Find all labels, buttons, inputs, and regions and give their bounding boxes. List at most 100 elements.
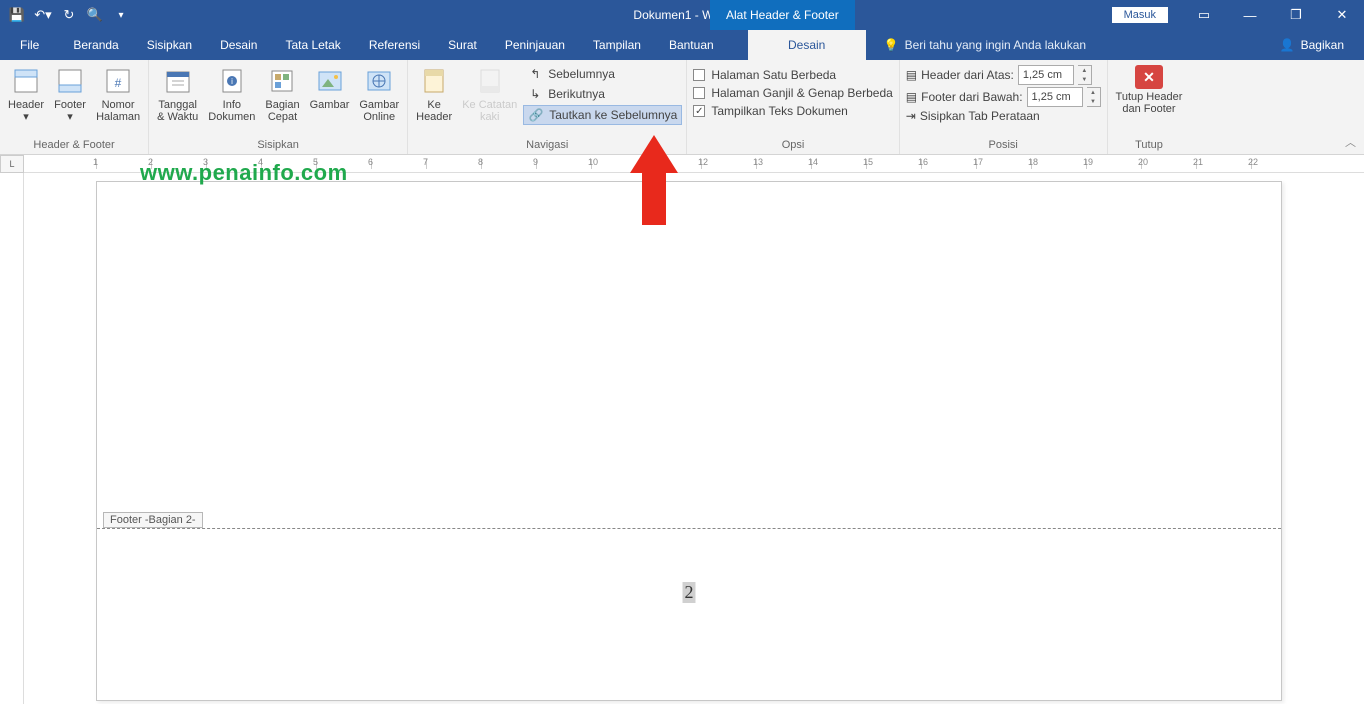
svg-text:i: i bbox=[231, 77, 233, 86]
tell-me-text: Beri tahu yang ingin Anda lakukan bbox=[905, 38, 1086, 52]
tab-surat[interactable]: Surat bbox=[434, 30, 491, 60]
header-from-top-input[interactable]: 1,25 cm bbox=[1018, 65, 1074, 85]
quick-parts-icon bbox=[266, 65, 298, 97]
online-picture-icon bbox=[363, 65, 395, 97]
close-header-footer-button[interactable]: ✕ Tutup Header dan Footer bbox=[1112, 63, 1187, 117]
contextual-tab-title: Alat Header & Footer bbox=[710, 0, 855, 30]
link-to-previous-button[interactable]: 🔗 Tautkan ke Sebelumnya bbox=[523, 105, 682, 125]
lightbulb-icon: 💡 bbox=[884, 38, 899, 52]
group-label-opsi: Opsi bbox=[691, 137, 894, 154]
insert-alignment-tab-label: Sisipkan Tab Perataan bbox=[920, 109, 1040, 123]
save-icon[interactable]: 💾 bbox=[6, 4, 28, 26]
goto-header-button[interactable]: Ke Header bbox=[412, 63, 456, 125]
close-x-icon: ✕ bbox=[1135, 65, 1163, 89]
next-button[interactable]: ↳ Berikutnya bbox=[523, 85, 682, 103]
goto-header-label: Ke Header bbox=[416, 99, 452, 123]
online-picture-label: Gambar Online bbox=[359, 99, 399, 123]
quick-parts-button[interactable]: Bagian Cepat bbox=[261, 63, 303, 125]
group-navigasi: Ke Header Ke Catatan kaki ↰ Sebelumnya ↳… bbox=[408, 60, 687, 154]
header-spinner[interactable]: ▲▼ bbox=[1078, 65, 1092, 85]
footer-spinner[interactable]: ▲▼ bbox=[1087, 87, 1101, 107]
goto-footer-label: Ke Catatan kaki bbox=[462, 99, 517, 123]
qat-customize-icon[interactable]: ▾ bbox=[110, 4, 132, 26]
checkbox-checked-icon: ✓ bbox=[693, 105, 705, 117]
work-area: www.penainfo.com L 123456789101112131415… bbox=[0, 155, 1364, 704]
ribbon-display-icon[interactable]: ▭ bbox=[1182, 0, 1226, 30]
tab-tata-letak[interactable]: Tata Letak bbox=[271, 30, 354, 60]
page-number-icon: # bbox=[102, 65, 134, 97]
picture-label: Gambar bbox=[310, 99, 350, 111]
goto-footer-button[interactable]: Ke Catatan kaki bbox=[458, 63, 521, 125]
doc-info-button[interactable]: i Info Dokumen bbox=[204, 63, 259, 125]
restore-icon[interactable]: ❐ bbox=[1274, 0, 1318, 30]
header-button[interactable]: Header▾ bbox=[4, 63, 48, 125]
ribbon: Header▾ Footer▾ # Nomor Halaman Header &… bbox=[0, 60, 1364, 155]
tab-peninjauan[interactable]: Peninjauan bbox=[491, 30, 579, 60]
minimize-icon[interactable]: — bbox=[1228, 0, 1272, 30]
diff-first-page-checkbox[interactable]: Halaman Satu Berbeda bbox=[691, 67, 894, 83]
header-label: Header bbox=[8, 99, 44, 111]
date-time-button[interactable]: Tanggal & Waktu bbox=[153, 63, 202, 125]
vertical-ruler[interactable] bbox=[0, 173, 24, 704]
tab-sisipkan[interactable]: Sisipkan bbox=[133, 30, 206, 60]
ruler-corner[interactable]: L bbox=[0, 155, 24, 173]
diff-odd-even-checkbox[interactable]: Halaman Ganjil & Genap Berbeda bbox=[691, 85, 894, 101]
group-label-sisipkan: Sisipkan bbox=[153, 137, 403, 154]
print-preview-icon[interactable]: 🔍 bbox=[84, 4, 106, 26]
footer-from-bottom-label: Footer dari Bawah: bbox=[921, 90, 1022, 104]
footer-label: Footer bbox=[54, 99, 86, 111]
group-posisi: ▤ Header dari Atas: 1,25 cm ▲▼ ▤ Footer … bbox=[900, 60, 1108, 154]
next-label: Berikutnya bbox=[548, 87, 605, 101]
diff-odd-even-label: Halaman Ganjil & Genap Berbeda bbox=[711, 86, 892, 100]
date-time-label: Tanggal & Waktu bbox=[157, 99, 198, 123]
tab-tampilan[interactable]: Tampilan bbox=[579, 30, 655, 60]
tab-beranda[interactable]: Beranda bbox=[59, 30, 132, 60]
page-number-button[interactable]: # Nomor Halaman bbox=[92, 63, 144, 125]
picture-button[interactable]: Gambar bbox=[306, 63, 354, 113]
header-icon bbox=[10, 65, 42, 97]
show-doc-text-checkbox[interactable]: ✓ Tampilkan Teks Dokumen bbox=[691, 103, 894, 119]
diff-first-page-label: Halaman Satu Berbeda bbox=[711, 68, 836, 82]
watermark-text: www.penainfo.com bbox=[140, 160, 348, 186]
share-button[interactable]: 👤 Bagikan bbox=[1280, 30, 1364, 60]
tab-desain-hf[interactable]: Desain bbox=[748, 30, 866, 60]
footer-button[interactable]: Footer▾ bbox=[50, 63, 90, 125]
document-page[interactable]: Footer -Bagian 2- 2 bbox=[96, 181, 1282, 701]
close-header-footer-label: Tutup Header dan Footer bbox=[1116, 91, 1183, 115]
checkbox-icon bbox=[693, 69, 705, 81]
document-viewport[interactable]: Footer -Bagian 2- 2 bbox=[24, 173, 1364, 704]
quick-access-toolbar: 💾 ↶▾ ↻ 🔍 ▾ bbox=[0, 4, 132, 26]
undo-icon[interactable]: ↶▾ bbox=[32, 4, 54, 26]
link-to-previous-icon: 🔗 bbox=[528, 107, 544, 123]
title-bar: 💾 ↶▾ ↻ 🔍 ▾ Dokumen1 - Word Alat Header &… bbox=[0, 0, 1364, 30]
page-number-text[interactable]: 2 bbox=[683, 582, 696, 603]
next-icon: ↳ bbox=[527, 86, 543, 102]
tab-bantuan[interactable]: Bantuan bbox=[655, 30, 728, 60]
calendar-icon bbox=[162, 65, 194, 97]
collapse-ribbon-icon[interactable]: ︿ bbox=[1345, 134, 1356, 150]
tab-desain[interactable]: Desain bbox=[206, 30, 271, 60]
goto-header-icon bbox=[418, 65, 450, 97]
group-label-tutup: Tutup bbox=[1112, 137, 1187, 154]
redo-icon[interactable]: ↻ bbox=[58, 4, 80, 26]
quick-parts-label: Bagian Cepat bbox=[265, 99, 299, 123]
tab-referensi[interactable]: Referensi bbox=[355, 30, 434, 60]
footer-from-bottom-input[interactable]: 1,25 cm bbox=[1027, 87, 1083, 107]
online-picture-button[interactable]: Gambar Online bbox=[355, 63, 403, 125]
show-doc-text-label: Tampilkan Teks Dokumen bbox=[711, 104, 848, 118]
group-header-footer: Header▾ Footer▾ # Nomor Halaman Header &… bbox=[0, 60, 149, 154]
group-label-hf: Header & Footer bbox=[4, 137, 144, 154]
tab-alignment-icon: ⇥ bbox=[906, 109, 916, 123]
insert-alignment-tab-button[interactable]: ⇥ Sisipkan Tab Perataan bbox=[904, 109, 1103, 123]
login-button[interactable]: Masuk bbox=[1112, 7, 1168, 23]
previous-label: Sebelumnya bbox=[548, 67, 615, 81]
svg-text:#: # bbox=[115, 76, 122, 90]
footer-bottom-icon: ▤ bbox=[906, 90, 917, 104]
goto-footer-icon bbox=[474, 65, 506, 97]
ribbon-tabs: File Beranda Sisipkan Desain Tata Letak … bbox=[0, 30, 1364, 60]
group-label-navigasi: Navigasi bbox=[412, 137, 682, 154]
tell-me-box[interactable]: 💡 Beri tahu yang ingin Anda lakukan bbox=[884, 30, 1086, 60]
close-icon[interactable]: ✕ bbox=[1320, 0, 1364, 30]
tab-file[interactable]: File bbox=[0, 30, 59, 60]
previous-button[interactable]: ↰ Sebelumnya bbox=[523, 65, 682, 83]
